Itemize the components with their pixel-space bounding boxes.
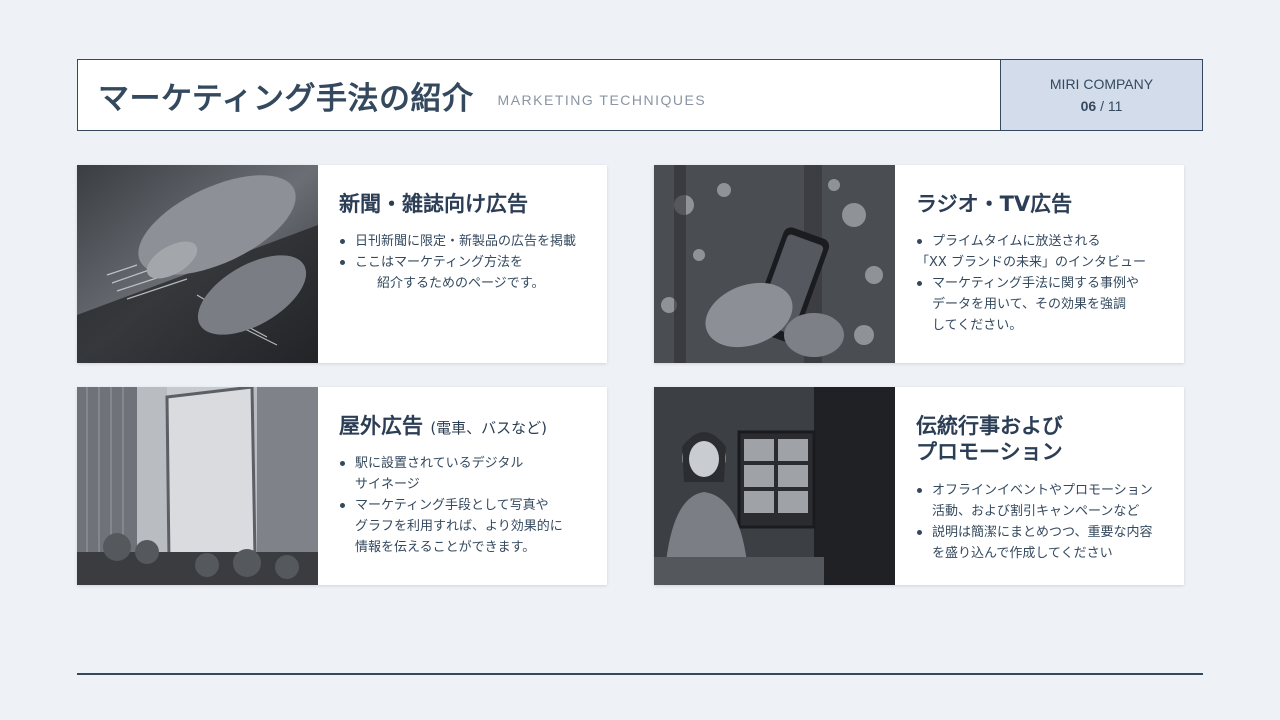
page-subtitle: MARKETING TECHNIQUES bbox=[497, 92, 707, 108]
card-title-main: 屋外広告 bbox=[339, 414, 423, 438]
list-item: マーケティング手法に関する事例や データを用いて、その効果を強調 してください。 bbox=[916, 273, 1172, 336]
video-call-photo bbox=[654, 387, 895, 585]
bullet-line: 活動、および割引キャンペーンなど bbox=[932, 503, 1140, 519]
card-bullets: オフラインイベントやプロモーション 活動、および割引キャンペーンなど 説明は簡潔に… bbox=[916, 480, 1172, 564]
list-item: 駅に設置されているデジタル サイネージ bbox=[339, 453, 595, 495]
card-text: 伝統行事および プロモーション オフラインイベントやプロモーション 活動、および割引… bbox=[895, 387, 1184, 585]
billboard-city-photo bbox=[77, 387, 318, 585]
header-side-panel: MIRI COMPANY 06 / 11 bbox=[1000, 60, 1202, 130]
bullet-line: 情報を伝えることができます。 bbox=[355, 540, 536, 556]
bullet-line: サイネージ bbox=[355, 477, 420, 493]
card-outdoor-ads: 屋外広告 (電車、バスなど) 駅に設置されているデジタル サイネージ マーケティン… bbox=[77, 387, 607, 585]
company-name: MIRI COMPANY bbox=[1049, 76, 1154, 92]
card-title-paren: (電車、バスなど) bbox=[430, 419, 548, 437]
card-bullets: 駅に設置されているデジタル サイネージ マーケティング手段として写真や グラフを利用… bbox=[339, 453, 595, 558]
card-title: 伝統行事および プロモーション bbox=[916, 413, 1172, 466]
card-title: 屋外広告 (電車、バスなど) bbox=[339, 413, 595, 439]
card-text: 新聞・雑誌向け広告 日刊新聞に限定・新製品の広告を掲載 ここはマーケティング方法… bbox=[318, 165, 607, 363]
list-item: 日刊新聞に限定・新製品の広告を掲載 bbox=[339, 231, 595, 252]
card-print-ads: 新聞・雑誌向け広告 日刊新聞に限定・新製品の広告を掲載 ここはマーケティング方法… bbox=[77, 165, 607, 363]
page-total: / 11 bbox=[1100, 98, 1123, 114]
card-title-line: 伝統行事および bbox=[916, 414, 1063, 438]
hand-tablet-photo bbox=[77, 165, 318, 363]
bullet-line: マーケティング手法に関する事例や bbox=[932, 276, 1139, 292]
bullet-line: 駅に設置されているデジタル bbox=[355, 456, 524, 472]
bullet-line: を盛り込んで作成してください bbox=[932, 545, 1113, 561]
bullet-line: オフラインイベントやプロモーション bbox=[932, 482, 1153, 498]
card-title: ラジオ・TV広告 bbox=[916, 192, 1073, 216]
list-item: 説明は簡潔にまとめつつ、重要な内容 を盛り込んで作成してください bbox=[916, 522, 1172, 564]
card-text: ラジオ・TV広告 プライムタイムに放送される「XX ブランドの未来」のインタビュ… bbox=[895, 165, 1184, 363]
card-bullets: 日刊新聞に限定・新製品の広告を掲載 ここはマーケティング方法を 紹介するためのペ… bbox=[339, 231, 595, 294]
bullet-line: プライムタイムに放送される bbox=[932, 234, 1101, 250]
list-item-continuation: 紹介するためのページです。 bbox=[377, 276, 545, 292]
page-current: 06 bbox=[1080, 98, 1097, 114]
card-bullets: プライムタイムに放送される「XX ブランドの未来」のインタビュー マーケティング… bbox=[916, 231, 1172, 336]
card-title-line: プロモーション bbox=[916, 440, 1063, 465]
list-item: ここはマーケティング方法を bbox=[339, 252, 595, 273]
header-title-area: マーケティング手法の紹介 MARKETING TECHNIQUES bbox=[78, 60, 1000, 130]
slide-header: マーケティング手法の紹介 MARKETING TECHNIQUES MIRI C… bbox=[77, 59, 1203, 131]
bullet-line: 説明は簡潔にまとめつつ、重要な内容 bbox=[932, 524, 1153, 540]
page-title: マーケティング手法の紹介 bbox=[98, 80, 474, 117]
bullet-line: マーケティング手段として写真や bbox=[355, 498, 549, 514]
bullet-line: グラフを利用すれば、より効果的に bbox=[355, 519, 563, 535]
card-radio-tv-ads: ラジオ・TV広告 プライムタイムに放送される「XX ブランドの未来」のインタビュ… bbox=[654, 165, 1184, 363]
bullet-line: データを用いて、その効果を強調 bbox=[932, 297, 1126, 313]
bullet-line: してください。 bbox=[932, 318, 1023, 334]
list-item: プライムタイムに放送される「XX ブランドの未来」のインタビュー bbox=[916, 231, 1172, 273]
card-text: 屋外広告 (電車、バスなど) 駅に設置されているデジタル サイネージ マーケティン… bbox=[318, 387, 607, 585]
page-indicator: 06 / 11 bbox=[1081, 98, 1123, 114]
list-item: マーケティング手段として写真や グラフを利用すれば、より効果的に 情報を伝えることが… bbox=[339, 495, 595, 558]
list-item: オフラインイベントやプロモーション 活動、および割引キャンペーンなど bbox=[916, 480, 1172, 522]
bottom-divider bbox=[77, 673, 1203, 675]
card-title: 新聞・雑誌向け広告 bbox=[339, 192, 528, 216]
card-events-promotion: 伝統行事および プロモーション オフラインイベントやプロモーション 活動、および割引… bbox=[654, 387, 1184, 585]
bullet-line: 「XX ブランドの未来」のインタビュー bbox=[916, 255, 1146, 271]
phone-night-photo bbox=[654, 165, 895, 363]
